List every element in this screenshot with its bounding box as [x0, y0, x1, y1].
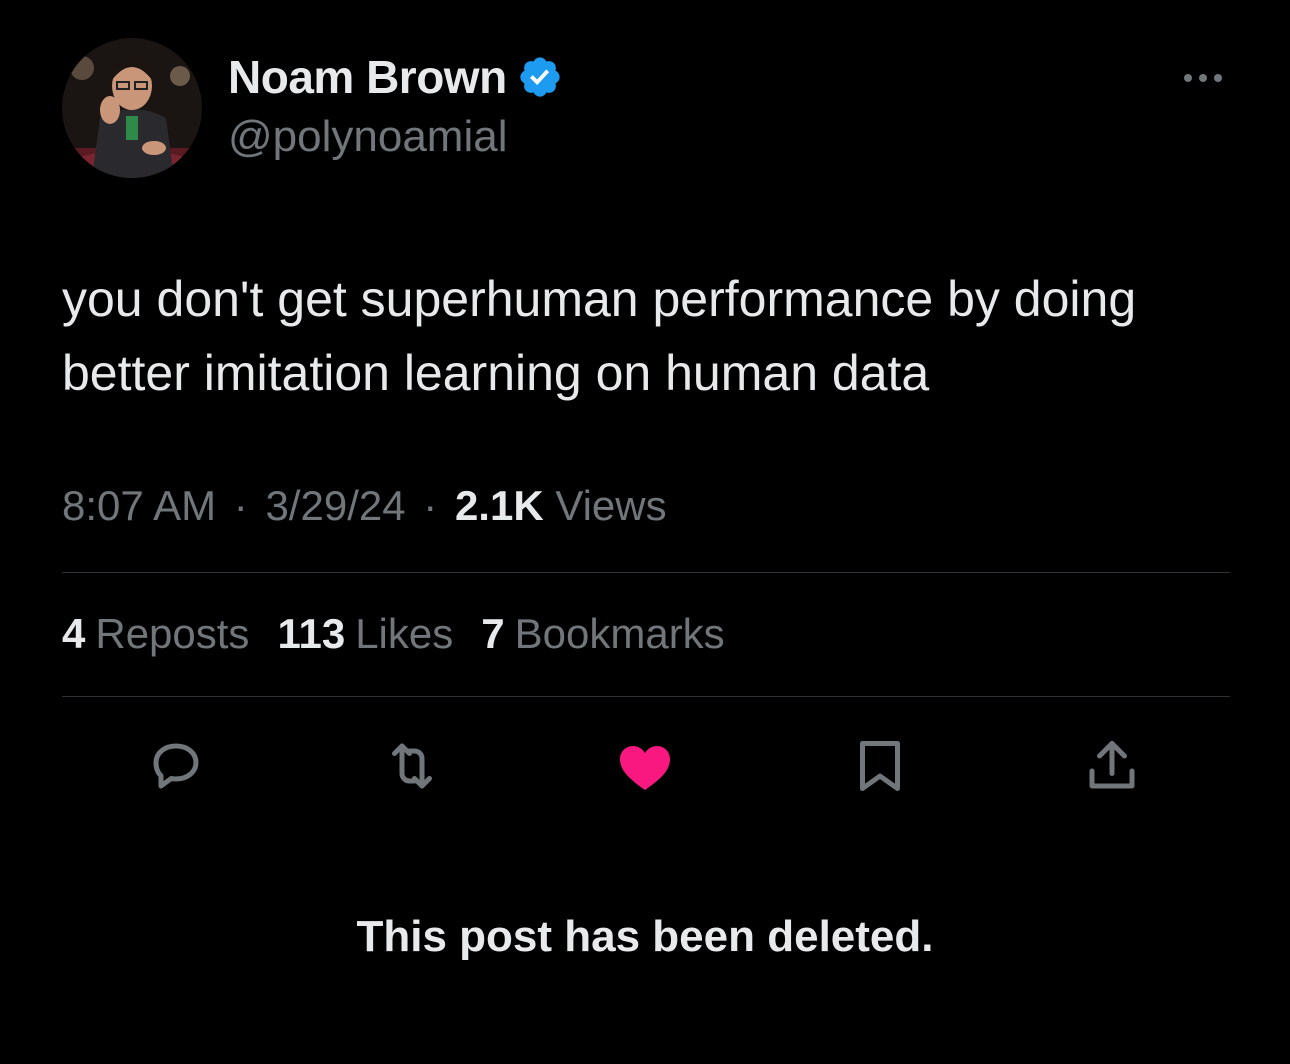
deleted-notice: This post has been deleted.	[356, 912, 934, 961]
reposts-label: Reposts	[95, 610, 250, 657]
engagement-stats: 4 Reposts 113 Likes 7 Bookmarks	[62, 610, 725, 658]
reply-button[interactable]	[146, 736, 206, 796]
author-name-row[interactable]: Noam Brown	[228, 50, 563, 104]
divider	[62, 696, 1230, 697]
avatar-image	[62, 38, 202, 178]
bookmark-button[interactable]	[850, 736, 910, 796]
tweet-text: you don't get superhuman performance by …	[62, 271, 1137, 401]
tweet-date[interactable]: 3/29/24	[265, 482, 405, 529]
bookmarks-count: 7	[481, 610, 505, 657]
views-label[interactable]: Views	[555, 482, 666, 529]
share-icon	[1089, 741, 1135, 789]
meta-separator: ·	[423, 482, 438, 529]
display-name[interactable]: Noam Brown	[228, 50, 507, 104]
likes-stat[interactable]: 113 Likes	[277, 610, 453, 658]
tweet-meta: 8:07 AM · 3/29/24 · 2.1K Views	[62, 482, 667, 530]
likes-count: 113	[277, 610, 346, 657]
meta-separator: ·	[233, 482, 248, 529]
like-button[interactable]	[614, 736, 674, 796]
reply-icon	[153, 743, 199, 789]
verified-badge-icon	[517, 54, 563, 100]
bookmarks-label: Bookmarks	[514, 610, 725, 657]
bookmarks-stat[interactable]: 7 Bookmarks	[481, 610, 724, 658]
more-dots-icon[interactable]	[1180, 66, 1226, 90]
avatar[interactable]	[62, 38, 202, 178]
bookmark-icon	[860, 741, 900, 791]
likes-label: Likes	[355, 610, 454, 657]
reposts-count: 4	[62, 610, 86, 657]
author-handle[interactable]: @polynoamial	[228, 112, 507, 162]
repost-button[interactable]	[382, 736, 442, 796]
share-button[interactable]	[1082, 736, 1142, 796]
divider	[62, 572, 1230, 573]
heart-icon	[620, 746, 670, 790]
views-count[interactable]: 2.1K	[455, 482, 544, 529]
tweet-time[interactable]: 8:07 AM	[62, 482, 216, 529]
repost-icon	[392, 743, 432, 789]
reposts-stat[interactable]: 4 Reposts	[62, 610, 249, 658]
